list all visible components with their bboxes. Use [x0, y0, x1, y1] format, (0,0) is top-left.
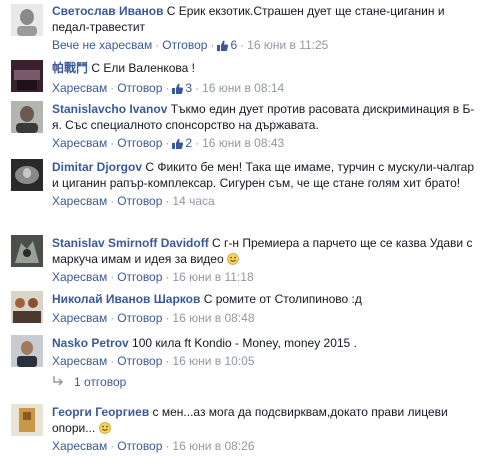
comment-timestamp[interactable]: 16 юни в 11:25 — [247, 38, 328, 52]
thumbs-up-icon — [172, 83, 184, 94]
like-button[interactable]: Харесвам — [52, 311, 107, 325]
like-count[interactable]: 2 — [172, 136, 192, 150]
separator: · — [195, 81, 200, 95]
comment-timestamp[interactable]: 16 юни в 08:43 — [202, 136, 284, 150]
comment-timestamp[interactable]: 14 часа — [172, 194, 214, 208]
separator: · — [110, 81, 115, 95]
separator: · — [110, 439, 115, 453]
avatar-photo-icon — [11, 235, 43, 267]
like-button[interactable]: Харесвам — [52, 194, 107, 208]
comment-timestamp[interactable]: 16 юни в 08:26 — [172, 439, 254, 453]
comment-author[interactable]: Светослав Иванов — [52, 4, 163, 18]
comment-meta: Харесвам · Отговор · 16 юни в 11:18 — [52, 269, 481, 285]
avatar[interactable] — [11, 291, 43, 323]
comment-timestamp[interactable]: 16 юни в 10:05 — [172, 354, 254, 368]
avatar-photo-icon — [11, 101, 43, 133]
like-count[interactable]: 6 — [217, 38, 237, 52]
separator: · — [155, 38, 160, 52]
like-count[interactable]: 3 — [172, 81, 192, 95]
separator: · — [110, 136, 115, 150]
comment-author[interactable]: 帕戰鬥 — [52, 61, 88, 75]
separator: · — [110, 354, 115, 368]
reply-button[interactable]: Отговор — [117, 311, 162, 325]
comment-author[interactable]: Dimitar Djorgov — [52, 160, 142, 174]
comment-timestamp[interactable]: 16 юни в 08:48 — [172, 311, 254, 325]
separator: · — [165, 270, 170, 284]
avatar[interactable] — [11, 335, 43, 367]
separator: · — [110, 194, 115, 208]
reply-button[interactable]: Отговор — [117, 270, 162, 284]
avatar-photo-icon — [11, 159, 43, 191]
comment-text: С Ели Валенкова ! — [88, 61, 196, 75]
like-button[interactable]: Харесвам — [52, 439, 107, 453]
reply-button[interactable]: Отговор — [117, 194, 162, 208]
avatar-photo-icon — [11, 335, 43, 367]
avatar[interactable] — [11, 101, 43, 133]
avatar-photo-icon — [11, 60, 43, 92]
separator: · — [165, 136, 170, 150]
reply-button[interactable]: Отговор — [117, 439, 162, 453]
avatar-photo-icon — [11, 404, 43, 436]
avatar-photo-icon — [11, 291, 43, 323]
comment-timestamp[interactable]: 16 юни в 11:18 — [172, 270, 253, 284]
separator: · — [210, 38, 215, 52]
comment-meta: Вече не харесвам · Отговор · 6 · 16 юни в 11:2… — [52, 37, 481, 53]
avatar[interactable] — [11, 404, 43, 436]
like-button[interactable]: Харесвам — [52, 136, 107, 150]
separator: · — [165, 81, 170, 95]
comment-meta: Харесвам · Отговор · 14 часа — [52, 193, 481, 209]
separator: · — [195, 136, 200, 150]
like-button[interactable]: Харесвам — [52, 81, 107, 95]
like-button[interactable]: Харесвам — [52, 270, 107, 284]
reply-button[interactable]: Отговор — [117, 136, 162, 150]
separator: · — [110, 311, 115, 325]
comment-meta: Харесвам · Отговор · 16 юни в 08:48 — [52, 310, 481, 326]
reply-arrow-icon — [53, 376, 63, 386]
comment-author[interactable]: Nasko Petrov — [52, 336, 129, 350]
separator: · — [165, 311, 170, 325]
like-button[interactable]: Вече не харесвам — [52, 38, 152, 52]
like-button[interactable]: Харесвам — [52, 354, 107, 368]
reply-button[interactable]: Отговор — [162, 38, 207, 52]
comment-author[interactable]: Николай Иванов Шарков — [52, 292, 200, 306]
view-replies-label: 1 отговор — [74, 375, 127, 389]
thumbs-up-icon — [217, 40, 229, 51]
separator: · — [240, 38, 245, 52]
comment-text: 100 кила ft Kondio - Money, money 2015 . — [128, 336, 357, 350]
separator: · — [110, 270, 115, 284]
smiley-emoji-icon — [227, 253, 239, 265]
comment-meta: Харесвам · Отговор · 2 · 16 юни в 08:43 — [52, 135, 481, 151]
avatar[interactable] — [11, 60, 43, 92]
separator: · — [165, 354, 170, 368]
comment-meta: Харесвам · Отговор · 16 юни в 08:26 — [52, 438, 481, 454]
smiley-emoji-icon — [98, 422, 111, 434]
view-replies-link[interactable]: 1 отговор — [52, 374, 126, 390]
avatar[interactable] — [11, 4, 43, 36]
comment-meta: Харесвам · Отговор · 3 · 16 юни в 08:14 — [52, 80, 481, 96]
comment-text: С ромите от Столипиново :д — [200, 292, 362, 306]
comment-author[interactable]: Stanislav Smirnoff Davidoff — [52, 236, 209, 250]
comment-timestamp[interactable]: 16 юни в 08:14 — [202, 81, 284, 95]
separator: · — [165, 439, 170, 453]
comment-author[interactable]: Георги Георгиев — [52, 405, 149, 419]
avatar-photo-icon — [11, 4, 43, 36]
reply-button[interactable]: Отговор — [117, 354, 162, 368]
avatar[interactable] — [11, 159, 43, 191]
avatar[interactable] — [11, 235, 43, 267]
thumbs-up-icon — [172, 138, 184, 149]
reply-button[interactable]: Отговор — [117, 81, 162, 95]
comment-author[interactable]: Stanislavcho Ivanov — [52, 102, 167, 116]
comment-meta: Харесвам · Отговор · 16 юни в 10:05 — [52, 353, 481, 369]
separator: · — [165, 194, 170, 208]
